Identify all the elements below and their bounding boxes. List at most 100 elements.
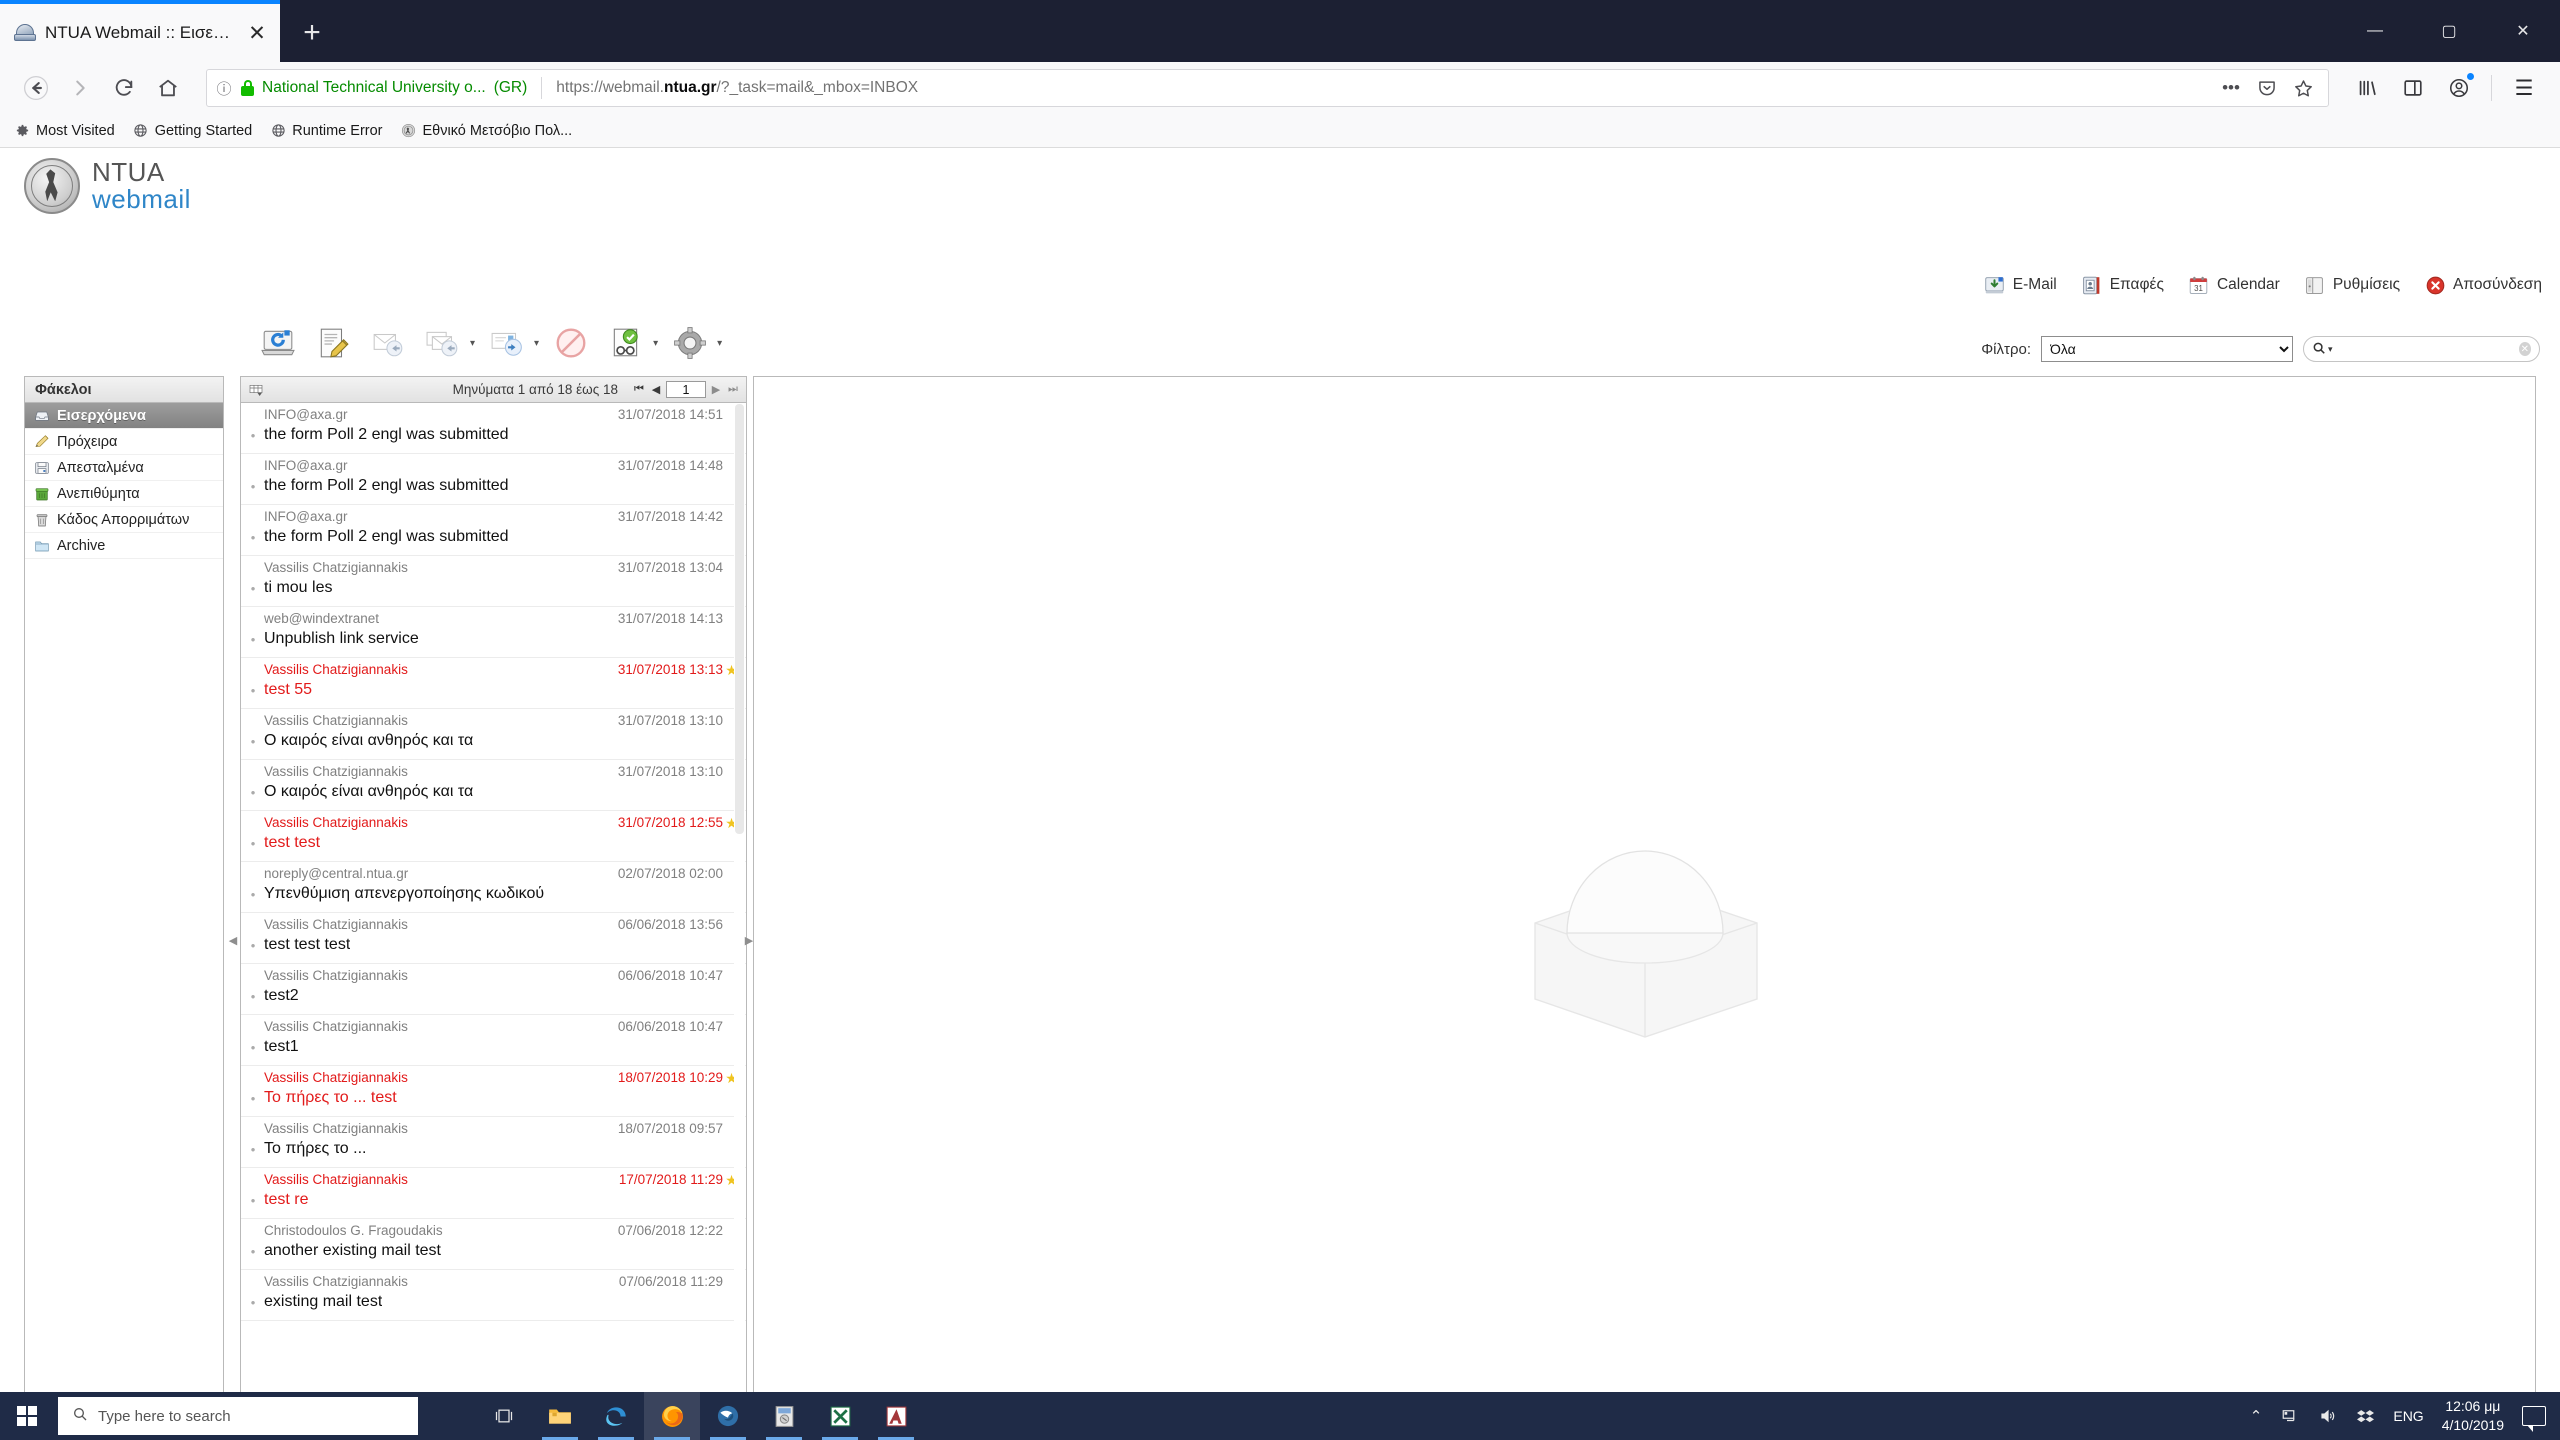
taskbar-app-access[interactable]: [868, 1392, 924, 1440]
message-status-dot[interactable]: •: [247, 1041, 259, 1054]
message-row[interactable]: web@windextranet31/07/2018 14:13★•Unpubl…: [241, 607, 746, 658]
message-row[interactable]: Vassilis Chatzigiannakis 31/07/2018 13:13…: [241, 658, 746, 709]
bookmark-star-icon[interactable]: [2286, 71, 2320, 105]
menu-icon[interactable]: ☰: [2502, 66, 2546, 110]
filter-select[interactable]: Όλα: [2041, 336, 2293, 362]
forward-caret-icon[interactable]: ▾: [534, 338, 539, 349]
message-row[interactable]: INFO@axa.gr31/07/2018 14:42★•the form Po…: [241, 505, 746, 556]
taskbar-app-pdf-reader[interactable]: [756, 1392, 812, 1440]
scrollbar-thumb[interactable]: [735, 404, 744, 834]
message-row[interactable]: Vassilis Chatzigiannakis 31/07/2018 13:04…: [241, 556, 746, 607]
message-status-dot[interactable]: •: [247, 1092, 259, 1105]
close-window-button[interactable]: ✕: [2486, 0, 2560, 62]
message-row[interactable]: Vassilis Chatzigiannakis 06/06/2018 13:56…: [241, 913, 746, 964]
message-list-scrollbar[interactable]: [734, 404, 745, 1392]
more-actions-button[interactable]: [667, 320, 713, 366]
first-page-button[interactable]: ⏮: [632, 382, 646, 398]
message-status-dot[interactable]: •: [247, 1296, 259, 1309]
taskbar-app-excel[interactable]: [812, 1392, 868, 1440]
message-status-dot[interactable]: •: [247, 1143, 259, 1156]
message-row[interactable]: INFO@axa.gr31/07/2018 14:48★•the form Po…: [241, 454, 746, 505]
sidebar-item-drafts[interactable]: Πρόχειρα: [25, 429, 223, 455]
message-status-dot[interactable]: •: [247, 837, 259, 850]
start-button[interactable]: [0, 1392, 54, 1440]
message-row[interactable]: Vassilis Chatzigiannakis 31/07/2018 12:55…: [241, 811, 746, 862]
home-button[interactable]: [146, 66, 190, 110]
message-row[interactable]: noreply@central.ntua.gr02/07/2018 02:00★…: [241, 862, 746, 913]
expand-tray-icon[interactable]: ⌃: [2250, 1407, 2263, 1425]
mark-caret-icon[interactable]: ▾: [653, 338, 658, 349]
message-row[interactable]: Vassilis Chatzigiannakis 18/07/2018 09:57…: [241, 1117, 746, 1168]
back-button[interactable]: [14, 66, 58, 110]
network-icon[interactable]: [2280, 1407, 2300, 1425]
refresh-mail-button[interactable]: [255, 320, 301, 366]
taskbar-app-edge[interactable]: [588, 1392, 644, 1440]
action-center-icon[interactable]: [2522, 1406, 2546, 1432]
taskbar-search[interactable]: Type here to search: [58, 1397, 418, 1435]
new-tab-button[interactable]: +: [286, 7, 338, 59]
message-row[interactable]: Vassilis Chatzigiannakis 18/07/2018 10:29…: [241, 1066, 746, 1117]
message-status-dot[interactable]: •: [247, 1194, 259, 1207]
message-row[interactable]: INFO@axa.gr31/07/2018 14:51★•the form Po…: [241, 403, 746, 454]
page-number-input[interactable]: [666, 381, 706, 398]
clear-search-icon[interactable]: ✕: [2518, 342, 2531, 356]
prev-page-button[interactable]: ◀: [649, 382, 663, 398]
bookmark-ntua[interactable]: Εθνικό Μετσόβιο Πολ...: [401, 123, 572, 139]
sidebar-item-trash[interactable]: Κάδος Απορριμάτων: [25, 507, 223, 533]
minimize-button[interactable]: —: [2338, 0, 2412, 62]
library-icon[interactable]: [2345, 66, 2389, 110]
maximize-button[interactable]: ▢: [2412, 0, 2486, 62]
message-status-dot[interactable]: •: [247, 786, 259, 799]
message-status-dot[interactable]: •: [247, 582, 259, 595]
message-row[interactable]: Vassilis Chatzigiannakis 07/06/2018 11:29…: [241, 1270, 746, 1321]
mark-read-button[interactable]: [603, 320, 649, 366]
message-status-dot[interactable]: •: [247, 1245, 259, 1258]
last-page-button[interactable]: ⏭: [726, 382, 740, 398]
topnav-item-calendar[interactable]: 31 Calendar: [2188, 274, 2280, 296]
topnav-item-settings[interactable]: Ρυθμίσεις: [2304, 274, 2400, 296]
reply-all-button[interactable]: [420, 320, 466, 366]
reply-button[interactable]: [365, 320, 411, 366]
sidebar-item-junk[interactable]: Ανεπιθύμητα: [25, 481, 223, 507]
volume-icon[interactable]: [2318, 1407, 2338, 1425]
compose-button[interactable]: [310, 320, 356, 366]
next-page-button[interactable]: ▶: [709, 382, 723, 398]
sidebar-item-inbox[interactable]: Εισερχόμενα: [25, 403, 223, 429]
reply-all-caret-icon[interactable]: ▾: [470, 338, 475, 349]
more-caret-icon[interactable]: ▾: [717, 338, 722, 349]
topnav-item-email[interactable]: E-Mail: [1984, 274, 2057, 296]
topnav-item-contacts[interactable]: Επαφές: [2081, 274, 2164, 296]
message-row[interactable]: Vassilis Chatzigiannakis 06/06/2018 10:47…: [241, 964, 746, 1015]
message-status-dot[interactable]: •: [247, 684, 259, 697]
account-icon[interactable]: [2437, 66, 2481, 110]
message-status-dot[interactable]: •: [247, 480, 259, 493]
sidebar-item-sent[interactable]: Απεσταλμένα: [25, 455, 223, 481]
sidebar-icon[interactable]: [2391, 66, 2435, 110]
message-status-dot[interactable]: •: [247, 735, 259, 748]
bookmark-getting-started[interactable]: Getting Started: [133, 123, 252, 139]
ntua-logo[interactable]: NTUA webmail: [24, 158, 191, 214]
topnav-item-logout[interactable]: Αποσύνδεση: [2424, 274, 2542, 296]
message-status-dot[interactable]: •: [247, 429, 259, 442]
language-indicator[interactable]: ENG: [2393, 1408, 2423, 1424]
search-caret-icon[interactable]: ▾: [2328, 344, 2333, 355]
message-status-dot[interactable]: •: [247, 531, 259, 544]
message-status-dot[interactable]: •: [247, 888, 259, 901]
message-row[interactable]: Vassilis Chatzigiannakis 31/07/2018 13:10…: [241, 760, 746, 811]
delete-button[interactable]: [548, 320, 594, 366]
forward-button[interactable]: [58, 66, 102, 110]
taskbar-app-file-explorer[interactable]: [532, 1392, 588, 1440]
message-status-dot[interactable]: •: [247, 990, 259, 1003]
page-info-icon[interactable]: ⓘ: [215, 78, 233, 99]
task-view-button[interactable]: [476, 1392, 532, 1440]
forward-button[interactable]: [484, 320, 530, 366]
page-actions-icon[interactable]: •••: [2214, 71, 2248, 105]
bookmark-runtime-error[interactable]: Runtime Error: [270, 123, 383, 139]
address-bar[interactable]: ⓘ National Technical University o... (GR…: [206, 69, 2329, 107]
taskbar-app-firefox[interactable]: [644, 1392, 700, 1440]
pocket-icon[interactable]: [2250, 71, 2284, 105]
dropbox-icon[interactable]: [2356, 1408, 2375, 1425]
taskbar-app-thunderbird[interactable]: [700, 1392, 756, 1440]
bookmark-most-visited[interactable]: Most Visited: [14, 123, 115, 139]
search-input[interactable]: [2337, 341, 2514, 357]
